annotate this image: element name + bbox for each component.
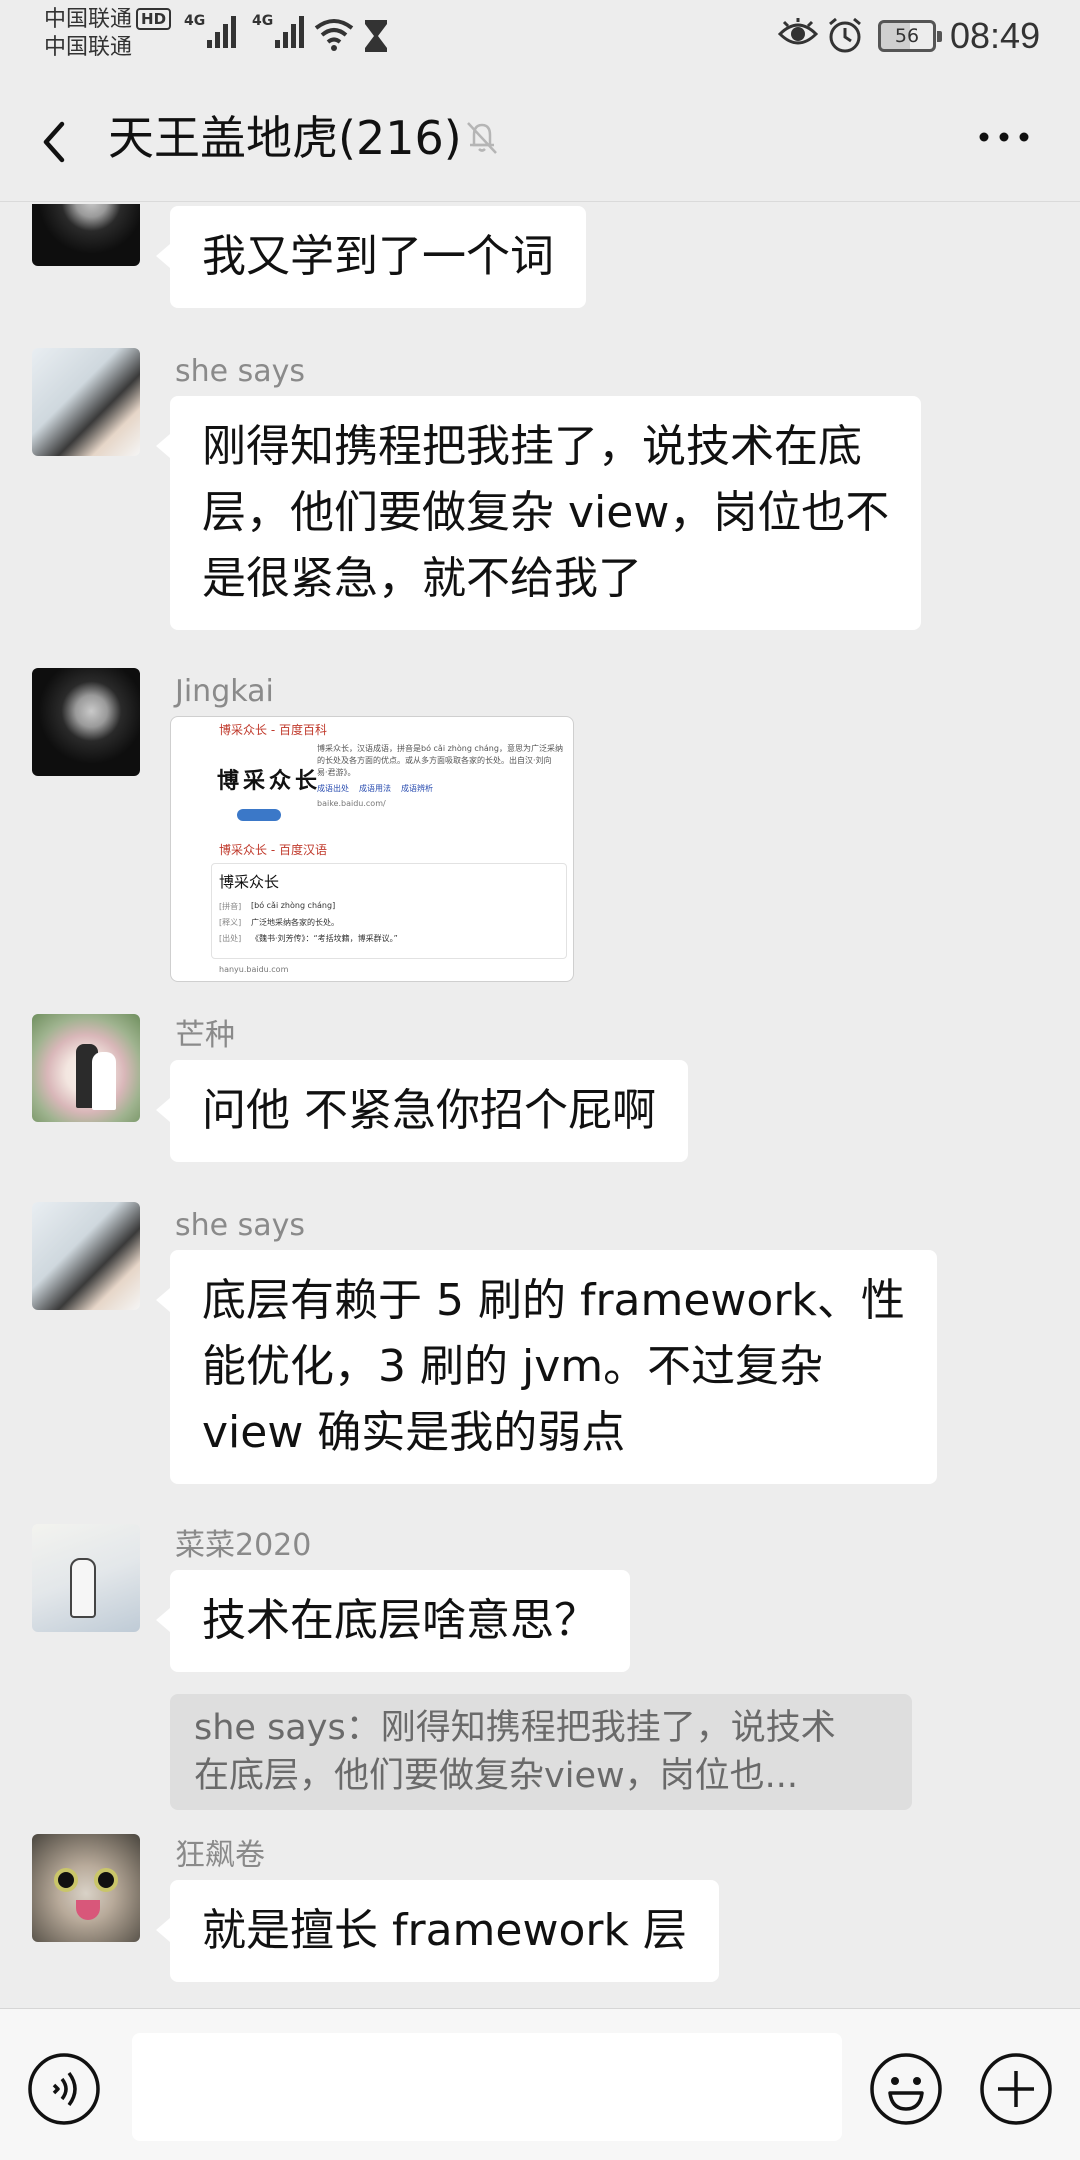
chat-title: 天王盖地虎(216) bbox=[108, 111, 462, 165]
sender-name: she says bbox=[175, 354, 306, 389]
status-bar: 中国联通 HD 中国联通 4G 4G 56 08:49 bbox=[0, 0, 1080, 72]
more-options-icon[interactable] bbox=[972, 117, 1036, 157]
wifi-icon bbox=[314, 19, 354, 51]
input-bar bbox=[0, 2008, 1080, 2160]
carrier-info: 中国联通 HD 中国联通 bbox=[44, 6, 172, 62]
result-1-title: 博采众长 - 百度百科 bbox=[219, 723, 327, 737]
avatar[interactable] bbox=[32, 1834, 140, 1942]
alarm-clock-icon bbox=[829, 17, 861, 53]
clock: 08:49 bbox=[950, 15, 1041, 56]
message-input[interactable] bbox=[132, 2033, 842, 2141]
emoji-icon[interactable] bbox=[868, 2051, 944, 2127]
sender-name: 菜菜2020 bbox=[175, 1528, 312, 1563]
sender-name: 芒种 bbox=[175, 1018, 235, 1053]
battery-indicator: 56 bbox=[878, 20, 942, 52]
back-arrow-icon[interactable] bbox=[32, 112, 82, 172]
message-bubble[interactable]: 问他 不紧急你招个屁啊 bbox=[156, 1060, 688, 1162]
message-bubble[interactable]: 技术在底层啥意思？ bbox=[156, 1570, 630, 1672]
result-2-title: 博采众长 - 百度汉语 bbox=[219, 843, 327, 857]
avatar[interactable] bbox=[32, 668, 140, 776]
sender-name: Jingkai bbox=[175, 674, 274, 709]
sender-name: 狂飙卷 bbox=[175, 1838, 265, 1873]
message-bubble[interactable]: 刚得知携程把我挂了，说技术在底 层，他们要做复杂 view，岗位也不 是很紧急，… bbox=[155, 396, 922, 630]
message-bubble[interactable]: 底层有赖于 5 刷的 framework、性 能优化，3 刷的 jvm。不过复杂… bbox=[156, 1250, 937, 1484]
avatar[interactable] bbox=[32, 1014, 140, 1122]
avatar[interactable] bbox=[32, 1202, 140, 1310]
carrier-1: 中国联通 bbox=[44, 7, 133, 32]
message-bubble[interactable]: 就是擅长 framework 层 bbox=[156, 1880, 719, 1982]
avatar[interactable] bbox=[32, 1524, 140, 1632]
avatar[interactable] bbox=[32, 348, 140, 456]
eye-icon bbox=[778, 18, 818, 45]
baike-logo-icon bbox=[237, 809, 281, 821]
carrier-2: 中国联通 bbox=[44, 35, 133, 60]
image-message[interactable]: 博采众长 - 百度百科 博采众长 博采众长，汉语成语，拼音是bó cǎi zhò… bbox=[170, 716, 574, 982]
quoted-reply[interactable]: she says：刚得知携程把我挂了，说技术 在底层，他们要做复杂view，岗位… bbox=[170, 1694, 912, 1810]
message-bubble[interactable]: 我又学到了一个词 bbox=[156, 206, 586, 308]
hd-badge: HD bbox=[136, 8, 172, 30]
signal-2-icon: 4G bbox=[252, 14, 305, 48]
signal-1-icon: 4G bbox=[184, 14, 237, 48]
hourglass-icon bbox=[365, 20, 387, 52]
voice-input-icon[interactable] bbox=[26, 2051, 102, 2127]
result-1-logo: 博采众长 bbox=[217, 769, 322, 794]
sender-name: she says bbox=[175, 1208, 306, 1243]
chat-header: 天王盖地虎(216) bbox=[0, 72, 1080, 202]
muted-bell-icon bbox=[467, 122, 497, 154]
more-actions-plus-icon[interactable] bbox=[978, 2051, 1054, 2127]
